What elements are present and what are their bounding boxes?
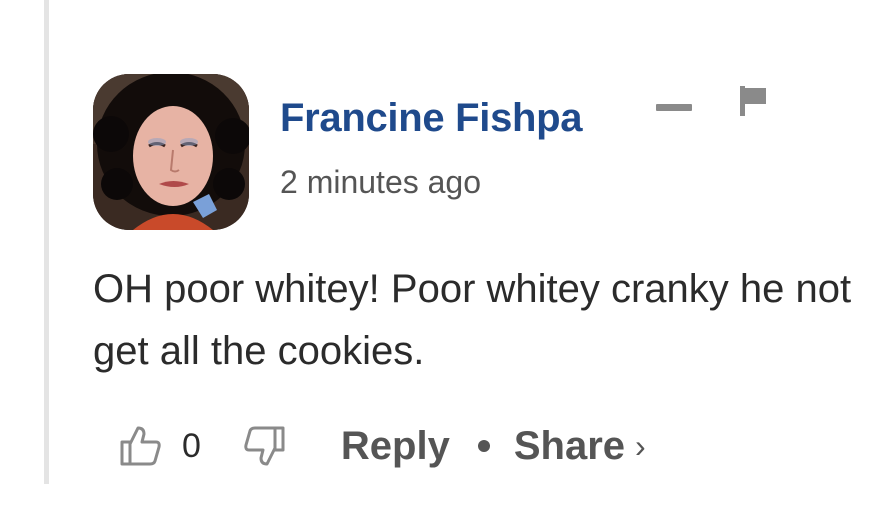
chevron-right-icon: › <box>635 427 646 464</box>
separator-dot <box>477 440 490 452</box>
comment-actions: 0 Reply Share › <box>112 418 646 474</box>
flag-icon <box>740 86 766 116</box>
thread-line[interactable] <box>44 0 49 484</box>
like-button[interactable] <box>112 418 168 474</box>
reply-button[interactable]: Reply <box>341 424 450 469</box>
share-label: Share <box>513 423 626 468</box>
collapse-button[interactable] <box>652 96 696 120</box>
comment-body: OH poor whitey! Poor whitey cranky he no… <box>93 267 852 373</box>
thumbs-down-icon <box>244 426 285 466</box>
minus-icon <box>656 104 692 111</box>
dislike-button[interactable] <box>237 418 293 474</box>
author-name[interactable]: Francine Fishpa <box>280 94 592 142</box>
flag-button[interactable] <box>736 84 772 120</box>
share-button[interactable]: Share › <box>514 424 646 469</box>
comment-timestamp[interactable]: 2 minutes ago <box>280 162 481 202</box>
comment-thread: Francine Fishpa 2 minutes ago OH poor wh… <box>0 0 896 531</box>
user-avatar-photo-icon <box>93 74 249 230</box>
like-count: 0 <box>182 426 201 465</box>
avatar[interactable] <box>93 74 249 230</box>
thumbs-up-icon <box>120 426 161 466</box>
